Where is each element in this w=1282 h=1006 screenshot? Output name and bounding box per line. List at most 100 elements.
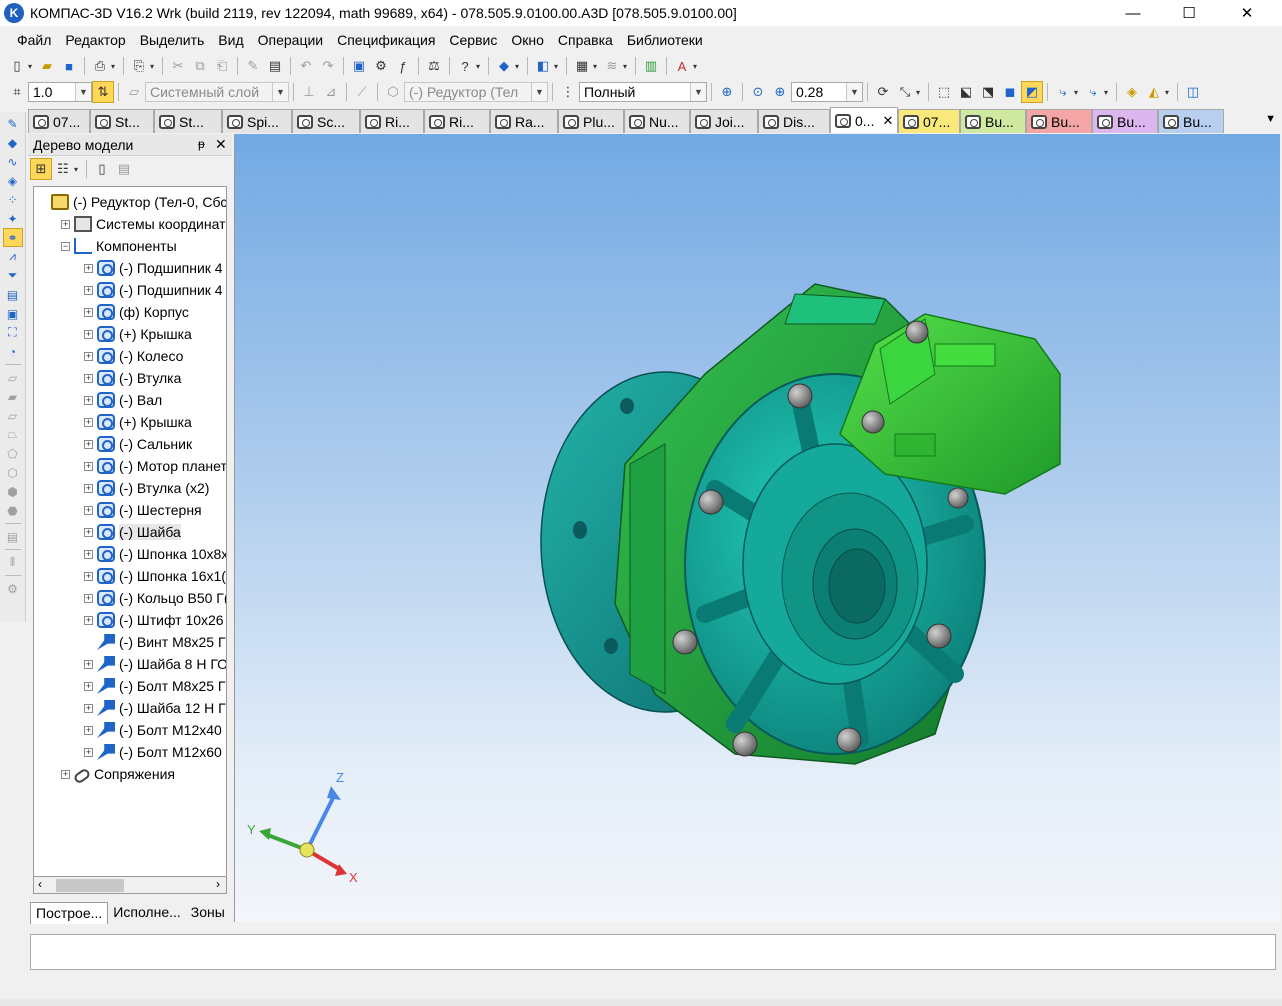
collapse-icon[interactable]: − [61,241,70,251]
plane3-icon[interactable]: ⏥ [3,406,23,425]
mates-icon[interactable]: ⚭ [2,228,23,247]
tabs-menu-icon[interactable]: ▼ [1265,113,1276,125]
coordinate-icon[interactable]: ⊥ [298,81,320,103]
tree-view-dropdown-icon[interactable]: ▾ [74,165,82,174]
wireframe-icon[interactable]: ⬚ [933,81,955,103]
zoom-combo[interactable]: 0.28 ▼ [791,82,863,102]
orientation-icon[interactable]: ⟋ [351,81,373,103]
menu-view[interactable]: Вид [211,32,250,48]
expand-icon[interactable]: + [84,593,93,603]
snap-icon[interactable]: ⇅ [92,81,114,103]
apps-dropdown-icon[interactable]: ▾ [515,62,523,71]
expand-icon[interactable]: + [84,681,93,691]
expand-icon[interactable]: + [84,725,93,735]
filter-icon[interactable]: ⋮ [557,81,579,103]
document-tab[interactable]: St... [90,109,154,133]
print-icon[interactable]: ⎙ [89,55,111,77]
undo-icon[interactable]: ↶ [295,55,317,77]
expand-icon[interactable]: + [84,747,93,757]
plane2-icon[interactable]: ▰ [3,387,23,406]
3d-viewport[interactable]: Z Y X [234,134,1280,922]
expand-icon[interactable]: + [84,285,93,295]
maximize-button[interactable]: ☐ [1166,0,1212,26]
open-folder-icon[interactable]: ▰ [36,55,58,77]
text-dropdown-icon[interactable]: ▾ [693,62,701,71]
calculator-icon[interactable]: ⚖ [423,55,445,77]
scroll-thumb[interactable] [56,879,124,892]
tree-node[interactable]: + (-) Втулка [84,367,181,389]
zoom-window-icon[interactable]: ⊕ [716,81,738,103]
tree-node[interactable]: + (-) Колесо [84,345,183,367]
tab-zones[interactable]: Зоны [186,902,230,924]
sheet-icon[interactable]: ◔ [3,342,23,361]
menu-help[interactable]: Справка [551,32,620,48]
tree-node[interactable]: + (-) Шайба 8 Н ГО [84,653,226,675]
shaded-edges-icon[interactable]: ◩ [1021,81,1043,103]
tree-node[interactable]: + (-) Шестерня [84,499,202,521]
measure-icon[interactable]: ⩘ [3,247,23,266]
plane5-icon[interactable]: ⬠ [3,444,23,463]
expand-icon[interactable]: + [84,571,93,581]
minimize-button[interactable]: — [1110,0,1156,26]
tree-node[interactable]: + (+) Крышка [84,411,192,433]
tree-node[interactable]: + (ф) Корпус [84,301,189,323]
expand-icon[interactable]: + [84,307,93,317]
menu-specification[interactable]: Спецификация [330,32,442,48]
document-tab[interactable]: Bu... [1092,109,1158,133]
tree-node[interactable]: + (-) Шайба [84,521,181,543]
orientation-axes-icon[interactable]: ⤡ [894,81,916,103]
tree-node[interactable]: + Системы координат [61,213,225,235]
menu-window[interactable]: Окно [504,32,551,48]
apps-icon[interactable]: ◆ [493,55,515,77]
stack-icon[interactable]: ≋ [601,55,623,77]
text-icon[interactable]: A [671,55,693,77]
tree-horizontal-scrollbar[interactable]: ‹ › [33,876,227,894]
document-tab[interactable]: St... [154,109,222,133]
tree-node[interactable]: + (+) Крышка [84,323,192,345]
settings-icon[interactable]: ⚙ [3,579,23,598]
menu-libraries[interactable]: Библиотеки [620,32,710,48]
document-tab[interactable]: 07... [28,109,90,133]
plane6-icon[interactable]: ⬡ [3,463,23,482]
model-dropdown-icon[interactable]: ▾ [554,62,562,71]
preview-dropdown-icon[interactable]: ▾ [150,62,158,71]
filter-combo[interactable]: Полный ▼ [579,82,707,102]
expand-icon[interactable]: + [84,417,93,427]
expand-icon[interactable]: + [84,703,93,713]
filter-selection-icon[interactable]: ⏷ [3,266,23,285]
expand-icon[interactable]: + [84,373,93,383]
chevron-down-icon[interactable]: ▼ [531,83,547,101]
help-pointer-icon[interactable]: ? [454,55,476,77]
manager-icon[interactable]: ▣ [348,55,370,77]
spec-dropdown-icon[interactable]: ▾ [593,62,601,71]
menu-operations[interactable]: Операции [251,32,331,48]
close-button[interactable]: ✕ [1224,0,1270,26]
chevron-down-icon[interactable]: ▼ [272,83,288,101]
document-tab[interactable]: Dis... [758,109,830,133]
spec-icon[interactable]: ▦ [571,55,593,77]
variables-icon[interactable]: ƒ [392,55,414,77]
tree-node[interactable]: + (-) Болт M12x60 I [84,741,226,763]
tree-node[interactable]: + (-) Мотор планет [84,455,226,477]
document-tab[interactable]: Spi... [222,109,292,133]
hidden-thin-icon[interactable]: ⬔ [977,81,999,103]
document-tab[interactable]: 07... [898,109,960,133]
menu-service[interactable]: Сервис [442,32,504,48]
pin-icon[interactable]: ᵽ [198,137,205,151]
cut-icon[interactable]: ✂ [167,55,189,77]
tree-filter-dropdown-icon[interactable]: ▾ [1104,88,1112,97]
local-cs-icon[interactable]: ⊿ [320,81,342,103]
new-dropdown-icon[interactable]: ▾ [28,62,36,71]
tree-node[interactable]: + (-) Подшипник 4 [84,279,223,301]
component-combo[interactable]: (-) Редуктор (Тел ▼ [404,82,548,102]
tree-filter-icon[interactable]: ⤷ [1082,81,1104,103]
expand-icon[interactable]: + [84,461,93,471]
section-dropdown-icon[interactable]: ▾ [1165,88,1173,97]
tree-node[interactable]: + (-) Штифт 10x26 I [84,609,226,631]
tree-node[interactable]: + (-) Подшипник 4 [84,257,223,279]
expand-icon[interactable]: + [84,659,93,669]
reports-icon[interactable]: ▣ [3,304,23,323]
document-tab[interactable]: Ri... [360,109,424,133]
menu-editor[interactable]: Редактор [58,32,132,48]
preview-icon[interactable]: ⎘ [128,55,150,77]
